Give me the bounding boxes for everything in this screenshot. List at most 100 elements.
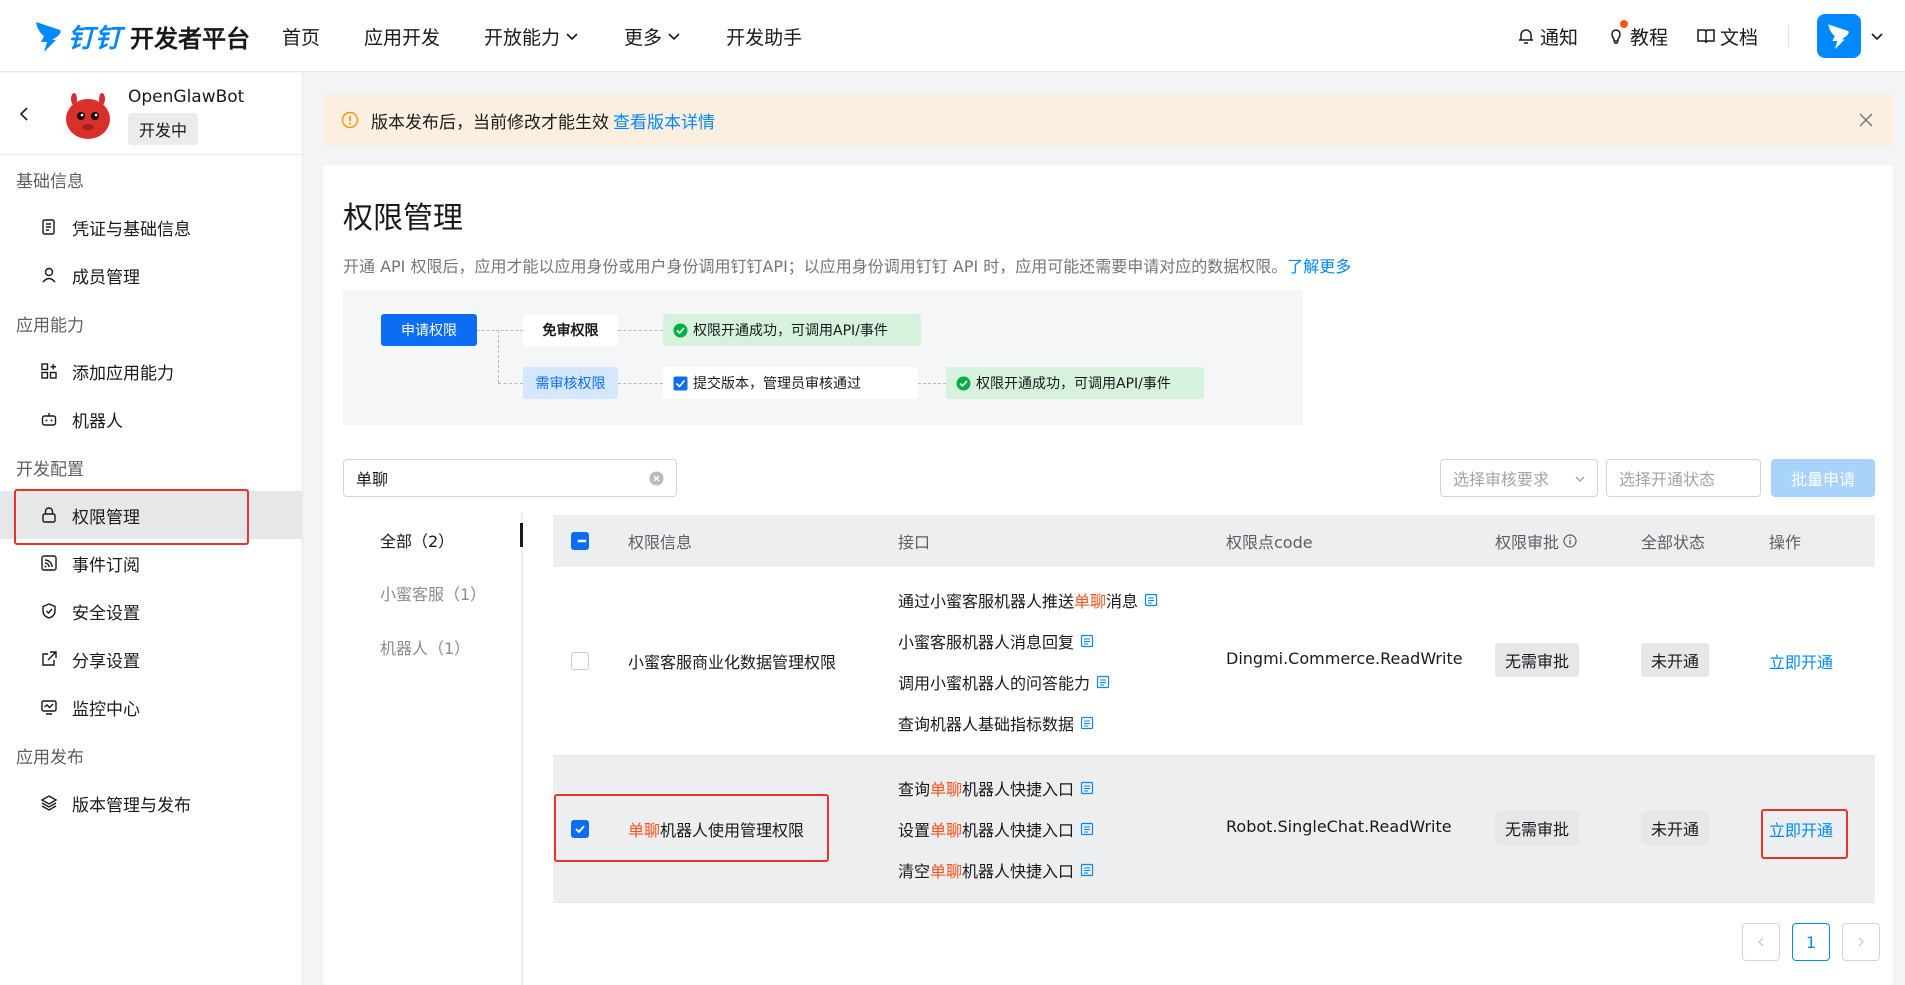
- api-text: 机器人快捷入口: [962, 821, 1075, 840]
- row-checkbox[interactable]: [571, 820, 589, 838]
- nav-open-capabilities[interactable]: 开放能力: [484, 23, 580, 50]
- status-tag: 未开通: [1641, 811, 1710, 845]
- nav-label: 首页: [282, 26, 321, 49]
- category-robot[interactable]: 机器人（1）: [380, 635, 470, 659]
- docs-button[interactable]: 文档: [1696, 23, 1758, 50]
- col-approval-label: 权限审批: [1495, 533, 1560, 552]
- doc-icon[interactable]: [1144, 593, 1158, 607]
- dingtalk-logo[interactable]: 钉钉 开发者平台: [34, 14, 250, 58]
- monitor-icon: [41, 700, 57, 715]
- select-all-checkbox[interactable]: [571, 515, 589, 567]
- info-icon[interactable]: [1563, 534, 1577, 548]
- api-highlight: 单聊: [930, 821, 963, 840]
- nav-label: 更多: [624, 26, 663, 49]
- dingtalk-logo-icon: [36, 22, 61, 52]
- nav-label: 应用开发: [364, 26, 441, 49]
- nav-label: 开放能力: [484, 26, 561, 49]
- flow-free-node: 免审权限: [523, 314, 618, 346]
- layers-icon: [40, 795, 58, 811]
- sidebar-item-label: 成员管理: [72, 267, 140, 288]
- bell-icon: [1518, 29, 1533, 44]
- learn-more-link[interactable]: 了解更多: [1287, 257, 1351, 276]
- section-title-dev-config: 开发配置: [16, 459, 84, 480]
- sidebar-item-security[interactable]: 安全设置: [0, 587, 302, 635]
- api-item[interactable]: 通过小蜜客服机器人推送 单聊 消息: [898, 588, 1158, 612]
- flow-success-node: 权限开通成功，可调用API/事件: [946, 367, 1204, 399]
- nav-dev-assistant[interactable]: 开发助手: [726, 23, 802, 50]
- prev-page-button[interactable]: [1742, 923, 1780, 961]
- doc-icon[interactable]: [1080, 822, 1094, 836]
- sidebar-item-permissions[interactable]: 权限管理: [0, 491, 302, 539]
- nav-app-dev[interactable]: 应用开发: [364, 23, 440, 50]
- sidebar: OpenGlawBot 开发中 基础信息 凭证与基础信息 成员管理 应用能力 添…: [0, 73, 303, 985]
- page-number-button[interactable]: 1: [1792, 923, 1830, 961]
- sidebar-item-monitor[interactable]: 监控中心: [0, 683, 302, 731]
- search-input[interactable]: 单聊: [343, 459, 677, 497]
- sidebar-item-members[interactable]: 成员管理: [0, 251, 302, 299]
- user-avatar[interactable]: [1817, 14, 1861, 58]
- release-notice-bar: 版本发布后，当前修改才能生效 查看版本详情: [323, 94, 1893, 146]
- enable-now-link[interactable]: 立即开通: [1769, 649, 1833, 673]
- row-checkbox[interactable]: [571, 652, 589, 670]
- api-text: 小蜜客服机器人消息回复: [898, 633, 1075, 652]
- page-title: 权限管理: [343, 201, 463, 236]
- batch-apply-button[interactable]: 批量申请: [1771, 459, 1875, 497]
- notify-button[interactable]: 通知: [1516, 23, 1578, 50]
- chevron-left-icon[interactable]: [16, 105, 34, 123]
- chevron-down-icon[interactable]: [1869, 28, 1885, 44]
- permission-name: 小蜜客服商业化数据管理权限: [628, 649, 836, 673]
- nav-more[interactable]: 更多: [624, 23, 682, 50]
- doc-icon[interactable]: [1080, 634, 1094, 648]
- api-item[interactable]: 调用小蜜机器人的问答能力: [898, 670, 1110, 694]
- permission-code: Robot.SingleChat.ReadWrite: [1226, 817, 1452, 836]
- category-all[interactable]: 全部（2）: [380, 528, 454, 552]
- app-status-badge: 开发中: [128, 113, 199, 145]
- next-page-button[interactable]: [1842, 923, 1880, 961]
- book-icon: [1697, 29, 1715, 44]
- grid-add-icon: [41, 363, 57, 379]
- api-item[interactable]: 小蜜客服机器人消息回复: [898, 629, 1094, 653]
- section-title-release: 应用发布: [16, 747, 84, 768]
- category-list: 全部（2） 小蜜客服（1） 机器人（1）: [323, 513, 523, 985]
- enable-now-text: 立即开通: [1769, 653, 1834, 672]
- col-approval: 权限审批: [1495, 515, 1577, 567]
- api-highlight: 单聊: [930, 862, 963, 881]
- doc-icon[interactable]: [1080, 863, 1094, 877]
- checkbox-checked-icon: [571, 820, 589, 838]
- sidebar-item-add-capability[interactable]: 添加应用能力: [0, 347, 302, 395]
- clear-icon[interactable]: [649, 471, 664, 486]
- sidebar-item-share[interactable]: 分享设置: [0, 635, 302, 683]
- sidebar-item-robot[interactable]: 机器人: [0, 395, 302, 443]
- sidebar-item-versions[interactable]: 版本管理与发布: [0, 779, 302, 827]
- sidebar-item-credentials[interactable]: 凭证与基础信息: [0, 203, 302, 251]
- section-title-basic: 基础信息: [16, 171, 84, 192]
- doc-icon[interactable]: [1096, 675, 1110, 689]
- tutorial-label: 教程: [1629, 26, 1668, 49]
- logo-mark-text: 钉钉: [68, 23, 123, 54]
- api-item[interactable]: 设置 单聊 机器人快捷入口: [898, 817, 1094, 841]
- share-icon: [42, 651, 57, 666]
- api-text: 调用小蜜机器人的问答能力: [898, 674, 1091, 693]
- flow-connector: [618, 383, 663, 384]
- api-item[interactable]: 查询 单聊 机器人快捷入口: [898, 776, 1094, 800]
- col-permission-info: 权限信息: [628, 533, 693, 552]
- review-requirement-select[interactable]: 选择审核要求: [1440, 459, 1598, 497]
- sidebar-item-events[interactable]: 事件订阅: [0, 539, 302, 587]
- header-actions: 通知 教程 文档: [1488, 0, 1885, 72]
- enable-now-text: 立即开通: [1769, 821, 1834, 840]
- open-status-select[interactable]: 选择开通状态: [1606, 459, 1761, 497]
- api-item[interactable]: 清空 单聊 机器人快捷入口: [898, 858, 1094, 882]
- nav-home[interactable]: 首页: [282, 23, 320, 50]
- category-xiaomi-service[interactable]: 小蜜客服（1）: [380, 581, 486, 605]
- enable-now-link[interactable]: 立即开通: [1769, 817, 1833, 841]
- logo-text: 开发者平台: [130, 24, 251, 53]
- doc-icon[interactable]: [1080, 781, 1094, 795]
- pagination: 1: [1742, 923, 1892, 961]
- doc-icon[interactable]: [1080, 716, 1094, 730]
- close-icon[interactable]: [1857, 111, 1875, 129]
- api-item[interactable]: 查询机器人基础指标数据: [898, 711, 1094, 735]
- view-version-link[interactable]: 查看版本详情: [613, 108, 715, 133]
- tutorial-button[interactable]: 教程: [1606, 19, 1668, 50]
- main-panel: 权限管理 开通 API 权限后，应用才能以应用身份或用户身份调用钉钉API；以应…: [323, 165, 1893, 985]
- flow-connector: [477, 330, 523, 331]
